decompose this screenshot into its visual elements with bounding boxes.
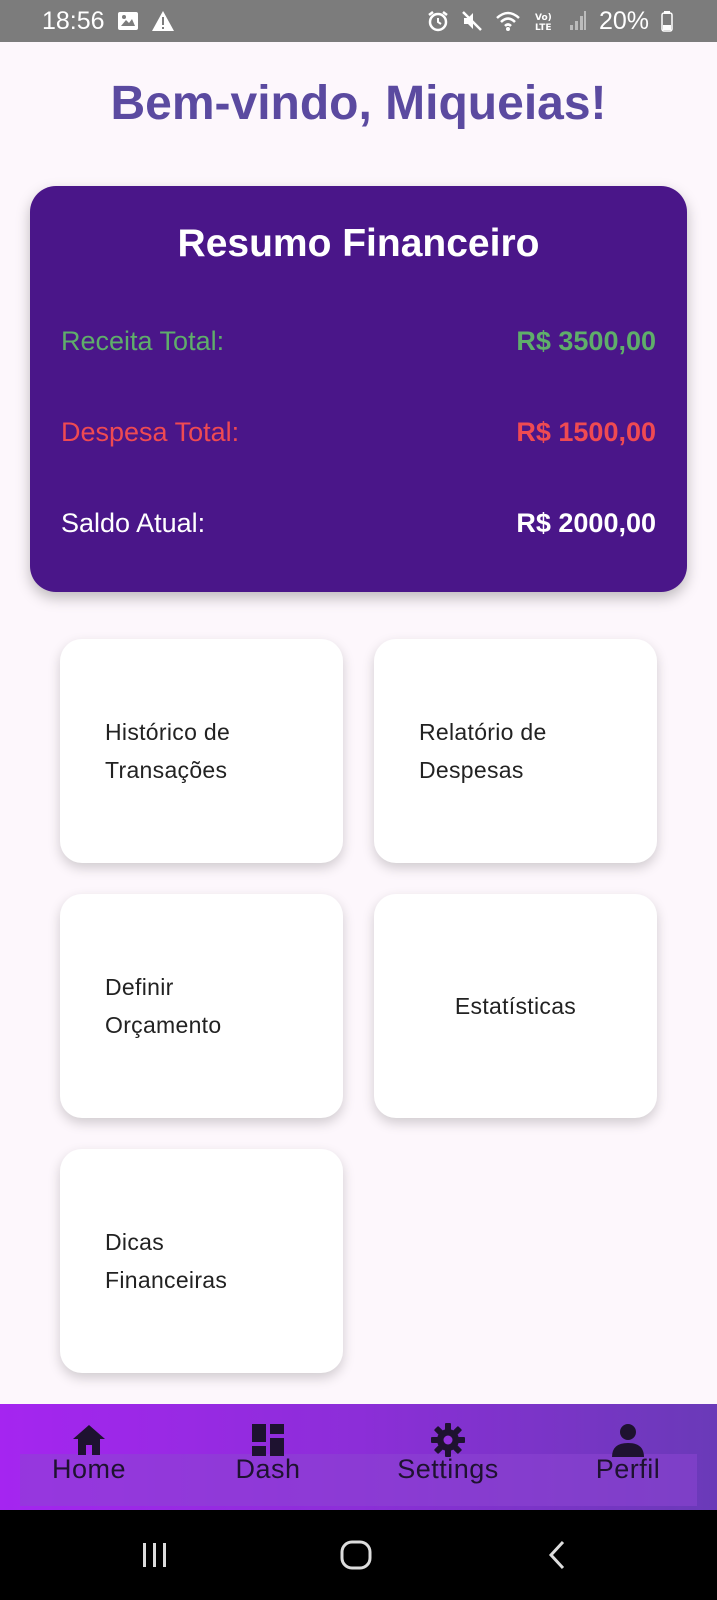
mute-icon xyxy=(461,10,483,32)
card-label-line1: Relatório de xyxy=(419,719,547,745)
status-bar: 18:56 Vo) LTE 20% xyxy=(0,0,717,42)
balance-value: R$ 2000,00 xyxy=(516,508,656,538)
warning-icon xyxy=(151,10,175,32)
summary-title: Resumo Financeiro xyxy=(177,222,540,265)
gear-icon xyxy=(430,1422,466,1458)
card-label-line1: Estatísticas xyxy=(454,993,577,1019)
income-row: Receita Total: R$ 3500,00 xyxy=(61,326,656,357)
card-label-line1: Definir xyxy=(105,974,174,1000)
system-home-icon xyxy=(340,1540,372,1570)
signal-icon xyxy=(569,10,587,32)
nav-home[interactable]: Home xyxy=(14,1422,164,1485)
status-right: Vo) LTE 20% xyxy=(427,7,673,36)
svg-text:Vo): Vo) xyxy=(535,13,552,23)
financial-summary-card: Resumo Financeiro Receita Total: R$ 3500… xyxy=(30,186,687,592)
statistics-card[interactable]: Estatísticas xyxy=(374,894,657,1118)
card-label-line2: Orçamento xyxy=(105,1012,222,1038)
nav-settings[interactable]: Settings xyxy=(373,1422,523,1485)
image-icon xyxy=(117,10,139,32)
recents-icon xyxy=(143,1543,166,1567)
income-value: R$ 3500,00 xyxy=(516,326,656,356)
battery-icon xyxy=(661,10,673,32)
expense-report-card[interactable]: Relatório de Despesas xyxy=(374,639,657,863)
card-label-line1: Dicas xyxy=(105,1229,165,1255)
nav-profile[interactable]: Perfil xyxy=(553,1422,703,1485)
nav-dash-label: Dash xyxy=(235,1454,301,1484)
dashboard-icon xyxy=(251,1422,285,1458)
expense-value: R$ 1500,00 xyxy=(516,417,656,447)
card-label-line1: Histórico de xyxy=(105,719,231,745)
status-left: 18:56 xyxy=(42,7,175,36)
welcome-title: Bem-vindo, Miqueias! xyxy=(110,77,607,130)
card-label-line2: Transações xyxy=(105,757,228,783)
nav-profile-label: Perfil xyxy=(595,1454,661,1484)
alarm-icon xyxy=(427,10,449,32)
back-icon xyxy=(548,1540,565,1570)
set-budget-card[interactable]: Definir Orçamento xyxy=(60,894,343,1118)
expense-label: Despesa Total: xyxy=(61,417,240,447)
balance-label: Saldo Atual: xyxy=(61,508,206,538)
status-time: 18:56 xyxy=(42,6,105,35)
financial-tips-card[interactable]: Dicas Financeiras xyxy=(60,1149,343,1373)
nav-settings-label: Settings xyxy=(397,1454,499,1484)
card-label: Histórico de Transações xyxy=(60,713,250,789)
card-label-line2: Financeiras xyxy=(105,1267,228,1293)
back-button[interactable] xyxy=(545,1540,571,1570)
wifi-icon xyxy=(495,10,521,32)
bottom-navigation: Home Dash Settings Perfil xyxy=(0,1404,717,1510)
card-label: Dicas Financeiras xyxy=(60,1223,247,1299)
income-label: Receita Total: xyxy=(61,326,225,356)
person-icon xyxy=(611,1422,645,1458)
card-label: Relatório de Despesas xyxy=(374,713,567,789)
balance-row: Saldo Atual: R$ 2000,00 xyxy=(61,508,656,539)
nav-home-label: Home xyxy=(51,1454,127,1484)
transaction-history-card[interactable]: Histórico de Transações xyxy=(60,639,343,863)
card-label-line2: Despesas xyxy=(419,757,524,783)
svg-text:LTE: LTE xyxy=(535,23,552,32)
expense-row: Despesa Total: R$ 1500,00 xyxy=(61,417,656,448)
volte-icon: Vo) LTE xyxy=(533,10,557,32)
recents-button[interactable] xyxy=(138,1540,172,1570)
system-home-button[interactable] xyxy=(338,1540,374,1570)
card-label: Definir Orçamento xyxy=(60,968,241,1044)
system-navigation-bar xyxy=(0,1510,717,1600)
battery-level: 20% xyxy=(598,6,649,35)
home-icon xyxy=(71,1422,107,1458)
nav-dash[interactable]: Dash xyxy=(193,1422,343,1485)
card-label: Estatísticas xyxy=(455,987,576,1025)
